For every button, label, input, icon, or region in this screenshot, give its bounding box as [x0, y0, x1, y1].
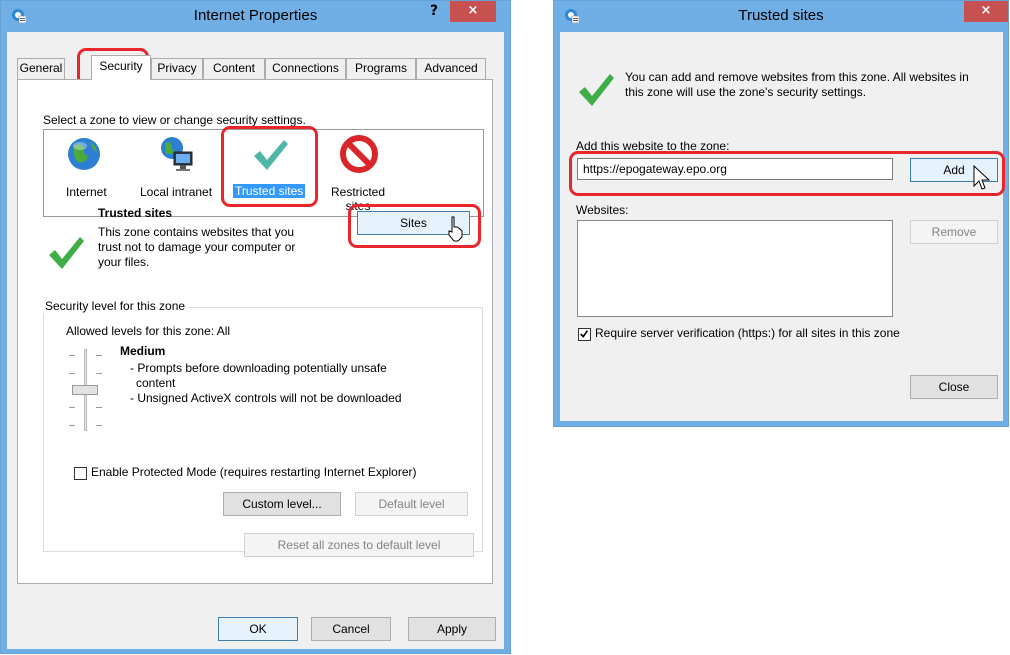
close-button[interactable]: × [450, 1, 496, 22]
tab-connections[interactable]: Connections [265, 58, 346, 79]
websites-list[interactable] [577, 220, 893, 317]
zone-label-trusted-sites: Trusted sites [233, 184, 306, 198]
trusted-check-icon [254, 140, 288, 170]
custom-level-button[interactable]: Custom level... [223, 492, 341, 516]
remove-button[interactable]: Remove [910, 220, 998, 244]
green-check-icon [49, 237, 84, 269]
zone-description-line1: This zone contains websites that you [98, 225, 295, 239]
select-zone-label: Select a zone to view or change security… [43, 113, 306, 127]
zone-description-line3: your files. [98, 255, 150, 269]
website-url-input[interactable]: https://epogateway.epo.org [577, 158, 893, 180]
trusted-sites-window: Trusted sites × You can add and remove w… [553, 0, 1009, 427]
zone-internet[interactable]: Internet [50, 134, 118, 206]
tab-security[interactable]: Security [91, 55, 151, 80]
reset-all-zones-button[interactable]: Reset all zones to default level [244, 533, 474, 557]
slider-thumb[interactable] [72, 385, 98, 395]
zone-local-intranet[interactable]: Local intranet [136, 134, 220, 206]
trusted-close-button[interactable]: × [964, 1, 1008, 22]
internet-properties-window: Internet Properties ? × General Security… [0, 0, 511, 654]
apply-button[interactable]: Apply [408, 617, 496, 641]
security-level-group-label: Security level for this zone [42, 299, 189, 313]
protected-mode-checkbox[interactable] [74, 467, 87, 480]
zone-trusted-sites[interactable]: Trusted sites [232, 134, 316, 206]
add-website-label: Add this website to the zone: [576, 139, 730, 153]
intranet-icon [161, 137, 193, 171]
zone-list: Internet Local intranet Trusted sites Re… [43, 129, 484, 217]
trusted-window-title: Trusted sites [738, 7, 824, 24]
checkmark-icon [580, 330, 589, 338]
restricted-icon [340, 135, 378, 173]
tab-advanced[interactable]: Advanced [416, 58, 486, 79]
ok-button[interactable]: OK [218, 617, 298, 641]
tab-general[interactable]: General [17, 58, 65, 79]
level-name: Medium [120, 344, 166, 358]
default-level-button[interactable]: Default level [355, 492, 468, 516]
level-desc-line3: - Unsigned ActiveX controls will not be … [130, 391, 402, 405]
help-button[interactable]: ? [421, 2, 447, 22]
client-area: General Security Privacy Content Connect… [7, 32, 504, 649]
protected-mode-label: Enable Protected Mode (requires restarti… [91, 465, 417, 479]
cancel-button[interactable]: Cancel [311, 617, 391, 641]
allowed-levels-label: Allowed levels for this zone: All [66, 324, 231, 338]
cursor-icon [448, 216, 463, 242]
tab-content[interactable]: Content [203, 58, 265, 79]
zone-title: Trusted sites [98, 206, 173, 220]
info-text-line2: this zone will use the zone's security s… [625, 85, 867, 99]
require-verification-checkbox[interactable] [578, 328, 591, 341]
zone-label-internet: Internet [66, 185, 107, 199]
globe-icon [68, 138, 100, 170]
level-desc-line2: content [136, 376, 176, 390]
tab-privacy[interactable]: Privacy [151, 58, 203, 79]
level-desc-line1: - Prompts before downloading potentially… [130, 361, 387, 375]
green-check-icon [579, 74, 614, 106]
websites-label: Websites: [576, 203, 629, 217]
zone-label-restricted-sites: Restricted sites [330, 185, 386, 213]
zone-label-local-intranet: Local intranet [140, 185, 213, 199]
cursor-icon [973, 164, 991, 190]
tab-programs[interactable]: Programs [346, 58, 416, 79]
info-text-line1: You can add and remove websites from thi… [625, 70, 969, 84]
title-bar[interactable]: Internet Properties ? × [1, 1, 510, 32]
security-slider[interactable] [66, 345, 106, 435]
zone-restricted-sites[interactable]: Restricted sites [326, 134, 396, 214]
zone-description-line2: trust not to damage your computer or [98, 240, 296, 254]
trusted-client-area: You can add and remove websites from thi… [560, 32, 1005, 421]
security-panel: Select a zone to view or change security… [17, 79, 493, 584]
close-dialog-button[interactable]: Close [910, 375, 998, 399]
title-bar-trusted[interactable]: Trusted sites × [554, 1, 1008, 32]
require-verification-label: Require server verification (https:) for… [595, 326, 900, 340]
